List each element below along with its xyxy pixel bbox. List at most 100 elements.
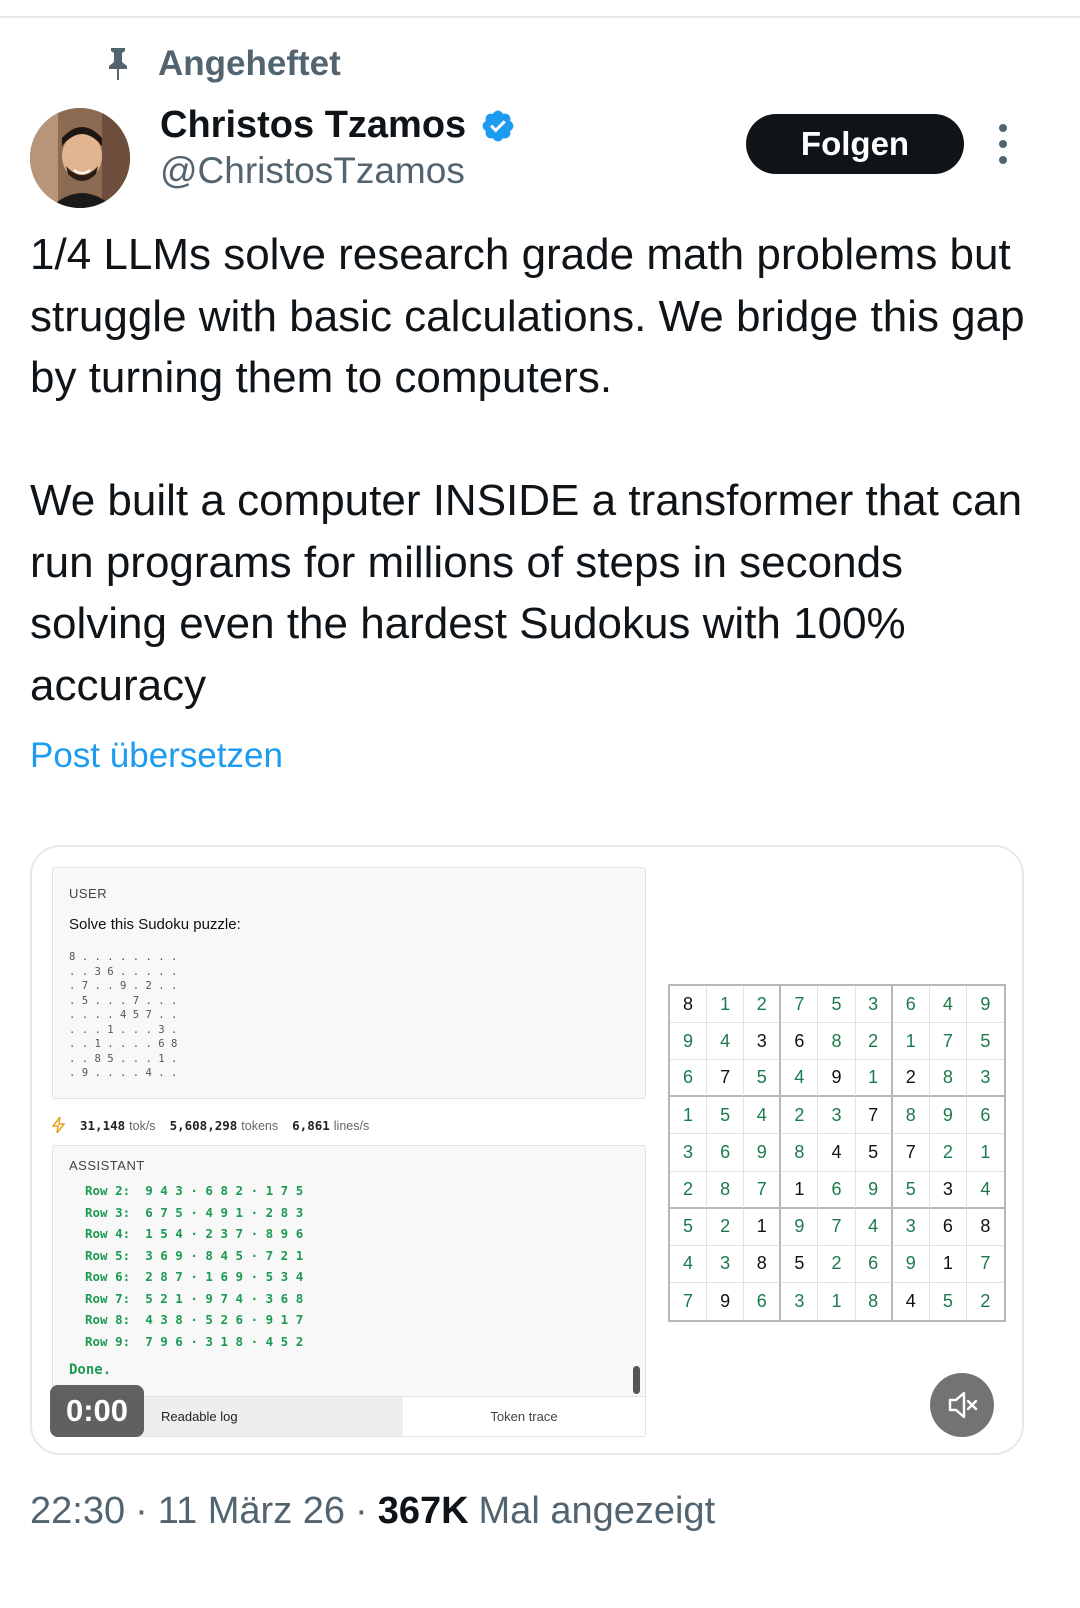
sudoku-cell: 4	[818, 1134, 856, 1172]
sudoku-cell: 5	[930, 1282, 967, 1320]
puzzle-line: . 5 . . . 7 . . .	[69, 994, 178, 1007]
puzzle-line: . . 3 6 . . . . .	[69, 965, 178, 978]
sudoku-cell: 7	[781, 986, 819, 1024]
sudoku-cell: 4	[929, 986, 967, 1024]
sudoku-grid: 8127536499436821756754912831542378963698…	[668, 984, 1006, 1322]
tokens-count: 5,608,298	[169, 1117, 238, 1133]
done-label: Done.	[69, 1362, 112, 1378]
sudoku-cell: 8	[892, 1097, 930, 1135]
assistant-row: Row 3: 6 7 5 · 4 9 1 · 2 8 3	[85, 1204, 304, 1220]
sudoku-cell: 8	[818, 1023, 856, 1061]
follow-button[interactable]: Folgen	[746, 114, 964, 174]
sudoku-cell: 3	[855, 986, 893, 1024]
assistant-row: Row 5: 3 6 9 · 8 4 5 · 7 2 1	[85, 1247, 304, 1263]
view-count: 367K	[377, 1490, 469, 1532]
sudoku-cell: 3	[744, 1023, 782, 1061]
sudoku-cell: 4	[670, 1245, 708, 1283]
assistant-rows: Row 2: 9 4 3 · 6 8 2 · 1 7 5 Row 3: 6 7 5…	[85, 1180, 303, 1352]
author-name[interactable]: Christos Tzamos	[160, 104, 466, 147]
sudoku-cell: 2	[980, 1290, 991, 1311]
sudoku-cell: 5	[892, 1171, 930, 1209]
sudoku-cell: 9	[744, 1134, 782, 1172]
sudoku-cell: 6	[892, 986, 930, 1024]
sudoku-cell: 2	[892, 1060, 930, 1098]
sudoku-cell: 6	[966, 1097, 1004, 1135]
lines-rate-unit: lines/s	[333, 1118, 370, 1133]
verified-badge-icon[interactable]	[480, 108, 516, 144]
scrollbar-thumb[interactable]	[633, 1366, 640, 1394]
sudoku-cell: 4	[855, 1208, 893, 1246]
translate-post-link[interactable]: Post übersetzen	[30, 736, 283, 776]
sudoku-cell: 2	[707, 1208, 745, 1246]
sudoku-cell: 9	[670, 1023, 708, 1061]
sudoku-cell: 7	[966, 1246, 1004, 1283]
assistant-row: Row 7: 5 2 1 · 9 7 4 · 3 6 8	[85, 1290, 304, 1306]
user-label: USER	[69, 886, 108, 901]
sudoku-cell: 8	[781, 1134, 819, 1172]
puzzle-line: . . . . 4 5 7 . .	[69, 1009, 178, 1021]
tab-token-trace[interactable]: Token trace	[403, 1397, 645, 1436]
sudoku-cell: 2	[855, 1023, 893, 1061]
sudoku-cell: 3	[781, 1282, 819, 1320]
sudoku-cell: 9	[781, 1208, 819, 1246]
sudoku-cell: 5	[781, 1245, 819, 1283]
views-label: Mal angezeigt	[478, 1490, 716, 1532]
author-avatar[interactable]	[30, 108, 130, 208]
sudoku-cell: 6	[707, 1134, 745, 1172]
sudoku-cell: 9	[855, 1171, 893, 1209]
sudoku-cell: 2	[670, 1171, 708, 1209]
sudoku-cell: 7	[892, 1134, 930, 1172]
puzzle-input: 8 . . . . . . . . . . 3 6 . . . . . . 7 . …	[69, 950, 177, 1081]
sudoku-cell: 9	[966, 986, 1004, 1024]
sudoku-cell: 1	[707, 986, 745, 1024]
assistant-row: Row 8: 4 3 8 · 5 2 6 · 9 1 7	[85, 1312, 304, 1327]
puzzle-line: . . . 1 . . . 3 .	[69, 1023, 178, 1036]
post-date[interactable]: 11 März 26	[158, 1490, 345, 1533]
sudoku-cell: 7	[670, 1282, 708, 1320]
sudoku-cell: 1	[744, 1208, 782, 1246]
pinned-label: Angeheftet	[158, 44, 341, 83]
sudoku-cell: 5	[855, 1134, 893, 1172]
sudoku-cell: 1	[781, 1171, 819, 1209]
sudoku-cell: 8	[670, 986, 708, 1024]
author-name-row: Christos Tzamos	[160, 104, 516, 147]
sudoku-cell: 1	[855, 1060, 893, 1098]
sudoku-cell: 2	[818, 1245, 856, 1283]
sudoku-cell: 4	[781, 1060, 819, 1098]
sudoku-cell: 7	[855, 1097, 893, 1135]
tok-rate: 31,148	[80, 1117, 126, 1133]
sudoku-cell: 2	[744, 986, 782, 1024]
pin-icon	[104, 44, 132, 84]
sudoku-cell: 3	[670, 1134, 708, 1172]
video-media[interactable]: USER Solve this Sudoku puzzle: 8 . . . .…	[30, 845, 1024, 1455]
tweet-footer: 22:30 · 11 März 26 · 367K Mal angezeigt	[30, 1490, 715, 1533]
mute-button[interactable]	[930, 1373, 994, 1437]
sudoku-cell: 5	[966, 1023, 1004, 1061]
sudoku-cell: 1	[892, 1023, 930, 1061]
sudoku-cell: 3	[929, 1171, 967, 1209]
sudoku-cell: 4	[893, 1282, 930, 1320]
more-options-icon[interactable]	[992, 124, 1014, 164]
sudoku-cell: 2	[781, 1097, 819, 1135]
sudoku-cell: 6	[929, 1208, 967, 1246]
sudoku-cell: 4	[707, 1023, 745, 1061]
separator-dot: ·	[355, 1490, 368, 1532]
tweet-paragraph-1: 1/4 LLMs solve research grade math probl…	[30, 230, 1037, 402]
puzzle-line: . 7 . . 9 . 2 . .	[69, 980, 178, 992]
sudoku-cell: 2	[929, 1134, 967, 1172]
sudoku-cell: 9	[892, 1245, 930, 1283]
sudoku-cell: 5	[744, 1060, 782, 1098]
sudoku-cell: 4	[966, 1172, 1004, 1209]
sudoku-cell: 8	[707, 1171, 745, 1209]
sudoku-cell: 8	[929, 1060, 967, 1098]
sudoku-cell: 8	[966, 1209, 1004, 1246]
sudoku-cell: 4	[744, 1097, 782, 1135]
assistant-row: Row 4: 1 5 4 · 2 3 7 · 8 9 6	[85, 1226, 304, 1241]
tok-rate-unit: tok/s	[129, 1118, 156, 1133]
video-time-badge: 0:00	[50, 1385, 144, 1437]
speaker-muted-icon	[948, 1391, 978, 1419]
author-handle[interactable]: @ChristosTzamos	[160, 150, 465, 192]
post-time[interactable]: 22:30	[30, 1490, 125, 1533]
sudoku-cell: 6	[781, 1023, 819, 1061]
sudoku-cell: 6	[744, 1282, 782, 1320]
